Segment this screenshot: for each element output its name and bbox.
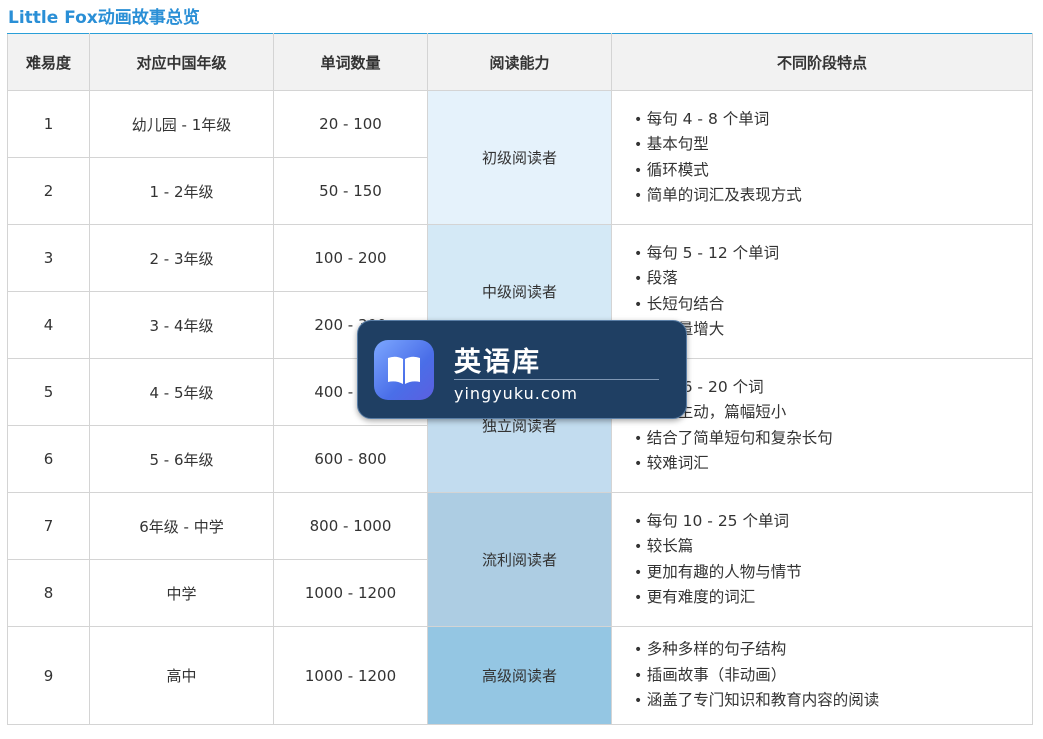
table-row: 7 6年级 - 中学 800 - 1000 流利阅读者 每句 10 - 25 个…: [7, 492, 1033, 627]
grade-cell: 5 - 6年级: [89, 425, 274, 493]
feature-item: 每句 6 - 20 个词: [634, 375, 1032, 401]
level-cell: 3: [7, 224, 90, 292]
header-reading: 阅读能力: [427, 33, 612, 91]
words-cell: 1000 - 1200: [273, 626, 428, 725]
feature-item: 多种多样的句子结构: [634, 637, 1032, 663]
watermark-name: 英语库: [454, 347, 541, 378]
header-grade: 对应中国年级: [89, 33, 274, 91]
table-header-row: 难易度 对应中国年级 单词数量 阅读能力 不同阶段特点: [7, 33, 1033, 91]
level-cell: 5: [7, 358, 90, 426]
table-row: 3 2 - 3年级 100 - 200 中级阅读者 每句 5 - 12 个单词 …: [7, 224, 1033, 359]
grade-cell: 中学: [89, 559, 274, 627]
level-cell: 6: [7, 425, 90, 493]
table-row: 9 高中 1000 - 1200 高级阅读者 多种多样的句子结构 插画故事（非动…: [7, 626, 1033, 725]
table-row: 1 幼儿园 - 1年级 20 - 100 初级阅读者 每句 4 - 8 个单词 …: [7, 90, 1033, 225]
level-cell: 2: [7, 157, 90, 225]
grade-cell: 高中: [89, 626, 274, 725]
feature-item: 段落: [634, 266, 1032, 292]
header-words: 单词数量: [273, 33, 428, 91]
feature-item: 更有难度的词汇: [634, 585, 1032, 611]
feature-item: 基本句型: [634, 132, 1032, 158]
feature-item: 插画故事（非动画）: [634, 663, 1032, 689]
watermark-url: yingyuku.com: [454, 384, 578, 403]
level-cell: 8: [7, 559, 90, 627]
words-cell: 600 - 800: [273, 425, 428, 493]
words-cell: 20 - 100: [273, 90, 428, 158]
feature-item: 较难词汇: [634, 451, 1032, 477]
reader-cell: 初级阅读者: [427, 90, 612, 225]
watermark-badge: 英语库 yingyuku.com: [357, 320, 687, 419]
words-cell: 800 - 1000: [273, 492, 428, 560]
grade-cell: 6年级 - 中学: [89, 492, 274, 560]
feature-item: 每句 4 - 8 个单词: [634, 107, 1032, 133]
feature-item: 循环模式: [634, 158, 1032, 184]
level-cell: 4: [7, 291, 90, 359]
feature-item: 简单的词汇及表现方式: [634, 183, 1032, 209]
features-cell: 多种多样的句子结构 插画故事（非动画） 涵盖了专门知识和教育内容的阅读: [611, 626, 1033, 725]
features-cell: 每句 10 - 25 个单词 较长篇 更加有趣的人物与情节 更有难度的词汇: [611, 492, 1033, 627]
words-cell: 1000 - 1200: [273, 559, 428, 627]
level-cell: 9: [7, 626, 90, 725]
reader-cell: 流利阅读者: [427, 492, 612, 627]
feature-item: 每句 5 - 12 个单词: [634, 241, 1032, 267]
features-cell: 每句 4 - 8 个单词 基本句型 循环模式 简单的词汇及表现方式: [611, 90, 1033, 225]
grade-cell: 4 - 5年级: [89, 358, 274, 426]
header-features: 不同阶段特点: [611, 33, 1033, 91]
feature-item: 每句 10 - 25 个单词: [634, 509, 1032, 535]
grade-cell: 1 - 2年级: [89, 157, 274, 225]
feature-item: 更加有趣的人物与情节: [634, 560, 1032, 586]
level-cell: 1: [7, 90, 90, 158]
grade-cell: 3 - 4年级: [89, 291, 274, 359]
level-cell: 7: [7, 492, 90, 560]
feature-item: 词汇量增大: [634, 317, 1032, 343]
feature-item: 阅读主动，篇幅短小: [634, 400, 1032, 426]
feature-item: 较长篇: [634, 534, 1032, 560]
feature-item: 长短句结合: [634, 292, 1032, 318]
words-cell: 100 - 200: [273, 224, 428, 292]
page-title: Little Fox动画故事总览: [8, 8, 200, 28]
grade-cell: 幼儿园 - 1年级: [89, 90, 274, 158]
watermark-divider: [454, 379, 659, 380]
book-icon: [374, 340, 434, 400]
reader-cell: 高级阅读者: [427, 626, 612, 725]
grade-cell: 2 - 3年级: [89, 224, 274, 292]
header-level: 难易度: [7, 33, 90, 91]
feature-item: 结合了简单短句和复杂长句: [634, 426, 1032, 452]
feature-item: 涵盖了专门知识和教育内容的阅读: [634, 688, 1032, 714]
words-cell: 50 - 150: [273, 157, 428, 225]
